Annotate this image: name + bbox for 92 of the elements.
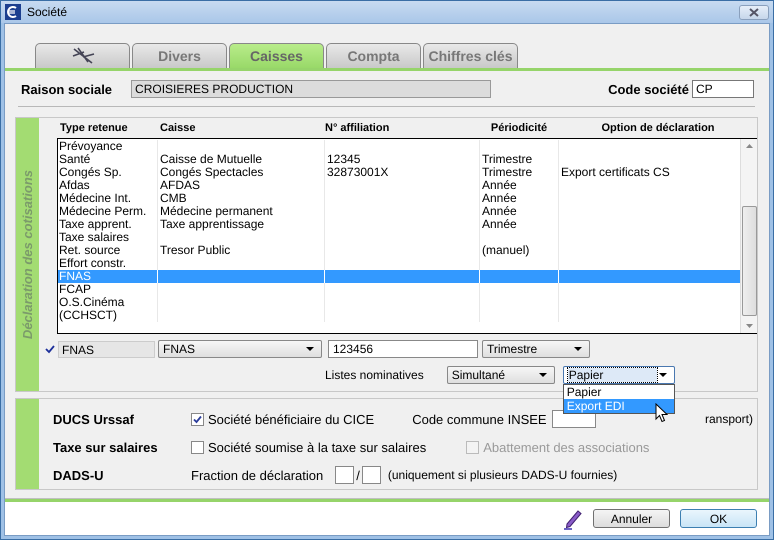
list-row[interactable]: Médecine Int. CMB Année [58, 192, 740, 205]
table-cell: Afdas [59, 178, 90, 192]
table-cell: Ret. source [59, 243, 120, 257]
table-cell: Export certificats CS [561, 165, 670, 179]
list-row[interactable]: Ret. source Tresor Public (manuel) [58, 244, 740, 257]
list-row[interactable]: Congés Sp. Congés Spectacles 32873001X Trimestre Export certificats CS [58, 166, 740, 179]
table-cell: Effort constr. [59, 256, 126, 270]
type-field: FNAS [58, 340, 155, 358]
scrollbar[interactable] [740, 139, 757, 333]
list-row[interactable]: Taxe salaires [58, 231, 740, 244]
list-row[interactable]: (CCHSCT) [58, 309, 740, 322]
table-cell: Année [482, 217, 517, 231]
dropdown-option[interactable]: Papier [564, 385, 674, 399]
table-cell: Taxe apprentissage [160, 217, 264, 231]
scroll-down-icon[interactable] [746, 324, 752, 328]
list-row[interactable]: Médecine Perm. Médecine permanent Année [58, 205, 740, 218]
field-label: Raison sociale [21, 82, 112, 96]
table-cell: FNAS [59, 269, 92, 283]
window-title: Société [27, 5, 68, 19]
table-cell: Prévoyance [59, 139, 122, 153]
dialog-button[interactable]: OK [680, 509, 757, 528]
table-cell: Taxe salaires [59, 230, 130, 244]
note-text: ransport) [704, 412, 753, 426]
tab[interactable]: Caisses [229, 43, 324, 68]
table-cell: Année [482, 204, 517, 218]
column-header: Option de déclaration [600, 122, 716, 134]
table-cell: Congés Sp. [59, 165, 122, 179]
option-dropdown[interactable]: Papier [562, 366, 675, 384]
caret-icon [658, 373, 667, 377]
table-cell: 12345 [327, 152, 360, 166]
list-row[interactable]: Afdas AFDAS Année [58, 179, 740, 192]
section-label: Taxe sur salaires [53, 440, 159, 454]
cice-checkbox[interactable]: Société bénéficiaire du CICE [191, 412, 374, 426]
checkmark-icon [193, 414, 202, 424]
table-cell: Taxe apprent. [59, 217, 132, 231]
table-cell: FCAP [59, 282, 92, 296]
column-header: N° affiliation [325, 122, 390, 134]
table-cell: Congés Spectacles [160, 165, 264, 179]
list-row[interactable]: Taxe apprent. Taxe apprentissage Année [58, 218, 740, 231]
table-cell: Médecine Perm. [59, 204, 146, 218]
field-label: Listes nominatives [325, 368, 424, 382]
list-row[interactable]: FCAP [58, 283, 740, 296]
section-label: DUCS Urssaf [53, 412, 135, 426]
table-cell: 32873001X [327, 165, 388, 179]
tax-checkbox[interactable]: Société soumise à la taxe sur salaires [191, 440, 426, 454]
table-cell: CMB [160, 191, 187, 205]
separator-text: / [356, 468, 360, 482]
caret-icon [538, 373, 547, 377]
company-name-field: CROISIERES PRODUCTION [131, 80, 492, 98]
checkmark-icon [45, 344, 55, 354]
table-cell: Tresor Public [160, 243, 230, 257]
field-label: Fraction de déclaration [191, 468, 324, 482]
table-cell: AFDAS [160, 178, 200, 192]
table-cell: Médecine permanent [160, 204, 273, 218]
table-cell: Santé [59, 152, 90, 166]
close-icon [749, 8, 759, 16]
pencil-icon[interactable] [563, 508, 583, 530]
periodicity-dropdown[interactable]: Trimestre [482, 340, 590, 358]
scroll-up-icon[interactable] [746, 144, 752, 148]
table-cell: Caisse de Mutuelle [160, 152, 262, 166]
column-header: Périodicité [490, 122, 548, 134]
company-code-field[interactable]: CP [692, 80, 754, 98]
app-icon [5, 4, 21, 20]
caret-icon [306, 347, 314, 351]
affiliation-field[interactable]: 123456 [328, 340, 478, 358]
table-cell: (CCHSCT) [59, 308, 117, 322]
crossed-lines-icon [70, 47, 96, 65]
mode-dropdown[interactable]: Simultané [446, 366, 555, 384]
field-label: Code commune INSEE [412, 412, 547, 426]
list-row[interactable]: Santé Caisse de Mutuelle 12345 Trimestre [58, 153, 740, 166]
close-button[interactable] [739, 4, 769, 20]
table-cell: O.S.Cinéma [59, 295, 124, 309]
fraction-field[interactable] [335, 466, 354, 484]
table-cell: (manuel) [482, 243, 530, 257]
table-cell: Médecine Int. [59, 191, 132, 205]
caret-icon [574, 347, 582, 351]
section-title: Déclaration des cotisations [20, 170, 35, 340]
caisse-dropdown[interactable]: FNAS [158, 340, 322, 358]
fraction-field[interactable] [362, 466, 381, 484]
dialog-button[interactable]: Annuler [593, 509, 670, 528]
field-label: Code société [608, 82, 689, 96]
note-text: (uniquement si plusieurs DADS-U fournies) [388, 468, 618, 482]
tab[interactable] [35, 43, 130, 68]
table-cell: Trimestre [482, 165, 532, 179]
section-label: DADS-U [53, 468, 105, 482]
table-cell: Année [482, 178, 517, 192]
table-cell: Trimestre [482, 152, 532, 166]
column-header: Type retenue [59, 122, 129, 134]
table-cell: Année [482, 191, 517, 205]
column-header: Caisse [160, 122, 196, 134]
list-row[interactable]: Prévoyance [58, 140, 740, 153]
list-row[interactable]: O.S.Cinéma [58, 296, 740, 309]
